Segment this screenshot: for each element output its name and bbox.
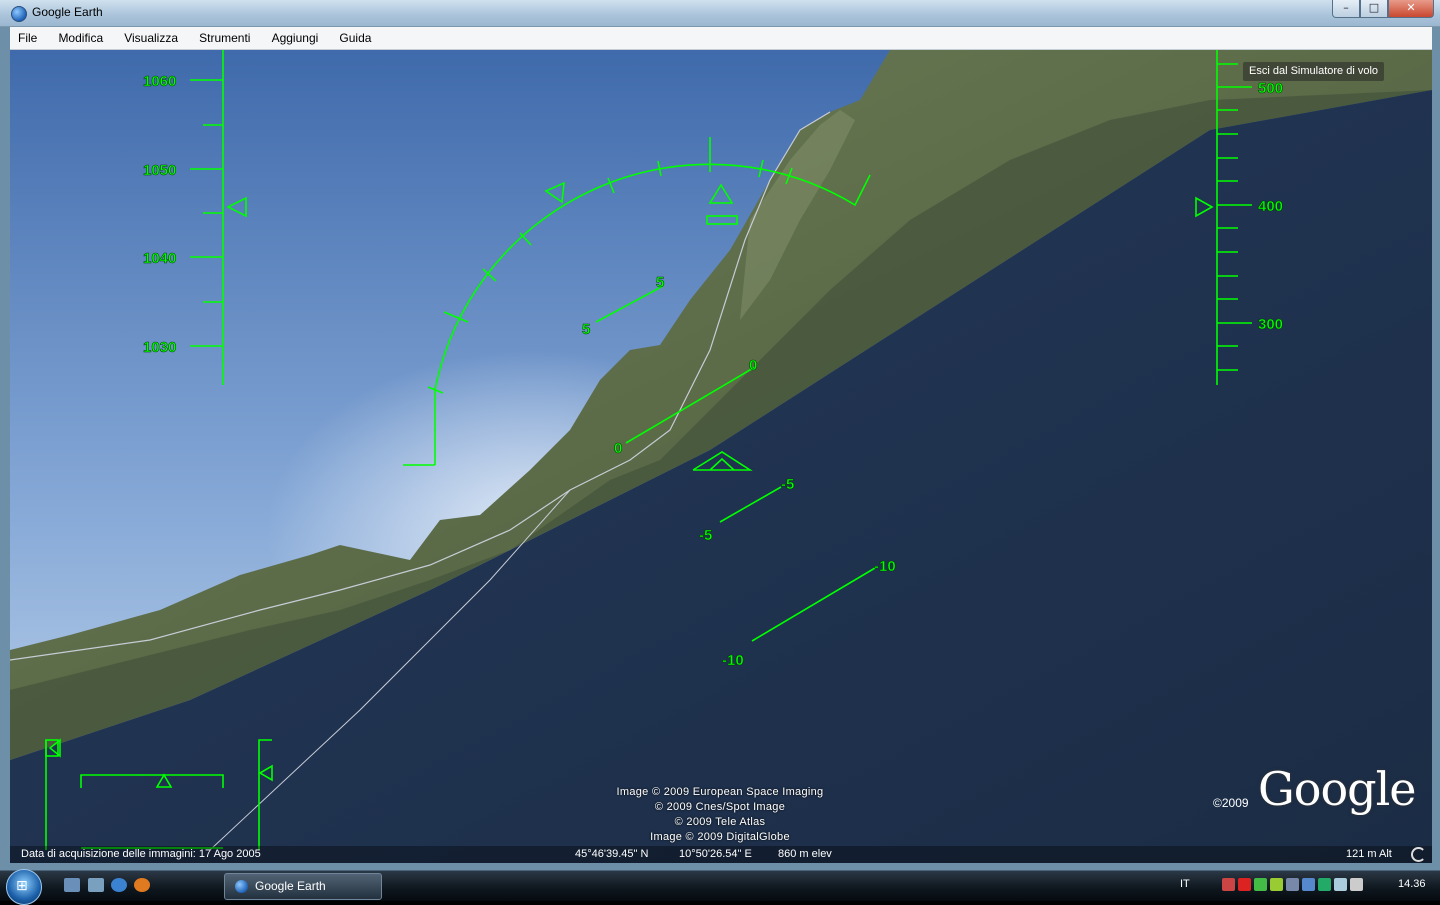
windows-logo-icon: ⊞ bbox=[16, 878, 28, 894]
taskbar-button-label: Google Earth bbox=[255, 879, 326, 893]
show-desktop-icon[interactable] bbox=[64, 878, 80, 892]
close-button[interactable]: ✕ bbox=[1388, 0, 1434, 18]
longitude-readout: 10°50'26.54" E bbox=[679, 848, 752, 860]
menu-file[interactable]: File bbox=[10, 28, 45, 49]
altitude-label-1040: 1040 bbox=[143, 250, 176, 267]
menu-aggiungi[interactable]: Aggiungi bbox=[264, 28, 327, 49]
maximize-button[interactable]: □ bbox=[1360, 0, 1388, 18]
google-logo-copyright: ©2009 bbox=[1213, 796, 1249, 810]
streaming-status-icon bbox=[1411, 847, 1426, 862]
taskbar-clock[interactable]: 14.36 bbox=[1398, 878, 1426, 890]
status-bar: Data di acquisizione delle immagini: 17 … bbox=[10, 846, 1432, 863]
altitude-label-1030: 1030 bbox=[143, 339, 176, 356]
tray-tool-icon[interactable] bbox=[1302, 878, 1315, 891]
menu-strumenti[interactable]: Strumenti bbox=[191, 28, 258, 49]
speed-label-500: 500 bbox=[1258, 80, 1283, 97]
language-indicator[interactable]: IT bbox=[1180, 878, 1190, 890]
speed-label-400: 400 bbox=[1258, 198, 1283, 215]
switch-windows-icon[interactable] bbox=[88, 878, 104, 892]
menu-guida[interactable]: Guida bbox=[331, 28, 379, 49]
pitch-label-minus5-right: -5 bbox=[781, 476, 794, 493]
speed-label-300: 300 bbox=[1258, 316, 1283, 333]
eye-altitude-readout: 121 m Alt bbox=[1346, 848, 1392, 860]
google-earth-icon bbox=[11, 6, 27, 22]
pitch-label-0-right: 0 bbox=[749, 357, 757, 374]
taskbar-google-earth-button[interactable]: Google Earth bbox=[224, 873, 382, 900]
menu-bar: File Modifica Visualizza Strumenti Aggiu… bbox=[10, 27, 1432, 50]
window-controls: – □ ✕ bbox=[1332, 0, 1434, 18]
google-earth-icon bbox=[235, 880, 248, 893]
credit-line: © 2009 Tele Atlas bbox=[674, 816, 766, 828]
imagery-credits: Image © 2009 European Space Imaging © 20… bbox=[570, 785, 870, 845]
pitch-label-minus10-left: -10 bbox=[722, 652, 744, 669]
system-tray bbox=[1222, 878, 1363, 891]
earth-3d-view[interactable]: 1060 1050 1040 1030 500 400 300 5 5 0 0 … bbox=[10, 50, 1432, 863]
tray-app-icon[interactable] bbox=[1222, 878, 1235, 891]
menu-visualizza[interactable]: Visualizza bbox=[116, 28, 186, 49]
google-logo: Google bbox=[1258, 762, 1417, 816]
volume-icon[interactable] bbox=[1350, 878, 1363, 891]
flight-scene: 1060 1050 1040 1030 500 400 300 5 5 0 0 … bbox=[10, 50, 1432, 863]
credit-line: Image © 2009 DigitalGlobe bbox=[650, 831, 790, 843]
exit-flight-simulator-button[interactable]: Esci dal Simulatore di volo bbox=[1243, 62, 1385, 81]
pitch-label-5-left: 5 bbox=[582, 321, 590, 338]
pitch-label-minus5-left: -5 bbox=[699, 527, 712, 544]
tray-shield-icon[interactable] bbox=[1318, 878, 1331, 891]
altitude-label-1050: 1050 bbox=[143, 162, 176, 179]
google-earth-window: Google Earth – □ ✕ File Modifica Visuali… bbox=[0, 0, 1440, 870]
firefox-icon[interactable] bbox=[134, 878, 150, 892]
title-bar[interactable]: Google Earth – □ ✕ bbox=[0, 0, 1440, 27]
tray-leaf-icon[interactable] bbox=[1270, 878, 1283, 891]
elevation-readout: 860 m elev bbox=[778, 848, 832, 860]
credit-line: © 2009 Cnes/Spot Image bbox=[654, 801, 786, 813]
pitch-label-0-left: 0 bbox=[614, 440, 622, 457]
taskbar: ⊞ Google Earth IT 14.36 bbox=[0, 869, 1440, 905]
tray-network-icon[interactable] bbox=[1286, 878, 1299, 891]
tray-check-icon[interactable] bbox=[1254, 878, 1267, 891]
network-icon[interactable] bbox=[1334, 878, 1347, 891]
antivirus-icon[interactable] bbox=[1238, 878, 1251, 891]
imagery-date: Data di acquisizione delle immagini: 17 … bbox=[21, 848, 261, 860]
pitch-label-5-right: 5 bbox=[656, 274, 664, 291]
altitude-label-1060: 1060 bbox=[143, 73, 176, 90]
menu-modifica[interactable]: Modifica bbox=[50, 28, 111, 49]
latitude-readout: 45°46'39.45" N bbox=[575, 848, 649, 860]
internet-explorer-icon[interactable] bbox=[111, 878, 127, 892]
window-title: Google Earth bbox=[32, 5, 103, 19]
pitch-label-minus10-right: -10 bbox=[874, 558, 896, 575]
minimize-button[interactable]: – bbox=[1332, 0, 1360, 18]
credit-line: Image © 2009 European Space Imaging bbox=[616, 786, 824, 798]
